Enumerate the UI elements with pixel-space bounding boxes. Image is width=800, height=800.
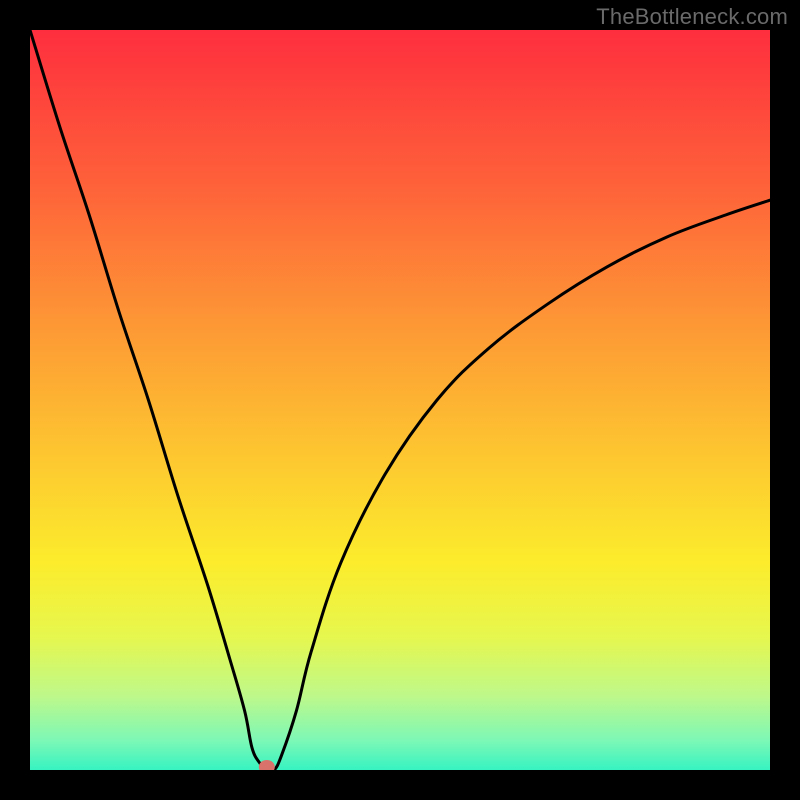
chart-svg [30, 30, 770, 770]
chart-background [30, 30, 770, 770]
attribution-text: TheBottleneck.com [596, 4, 788, 30]
plot-area [30, 30, 770, 770]
chart-frame: TheBottleneck.com [0, 0, 800, 800]
